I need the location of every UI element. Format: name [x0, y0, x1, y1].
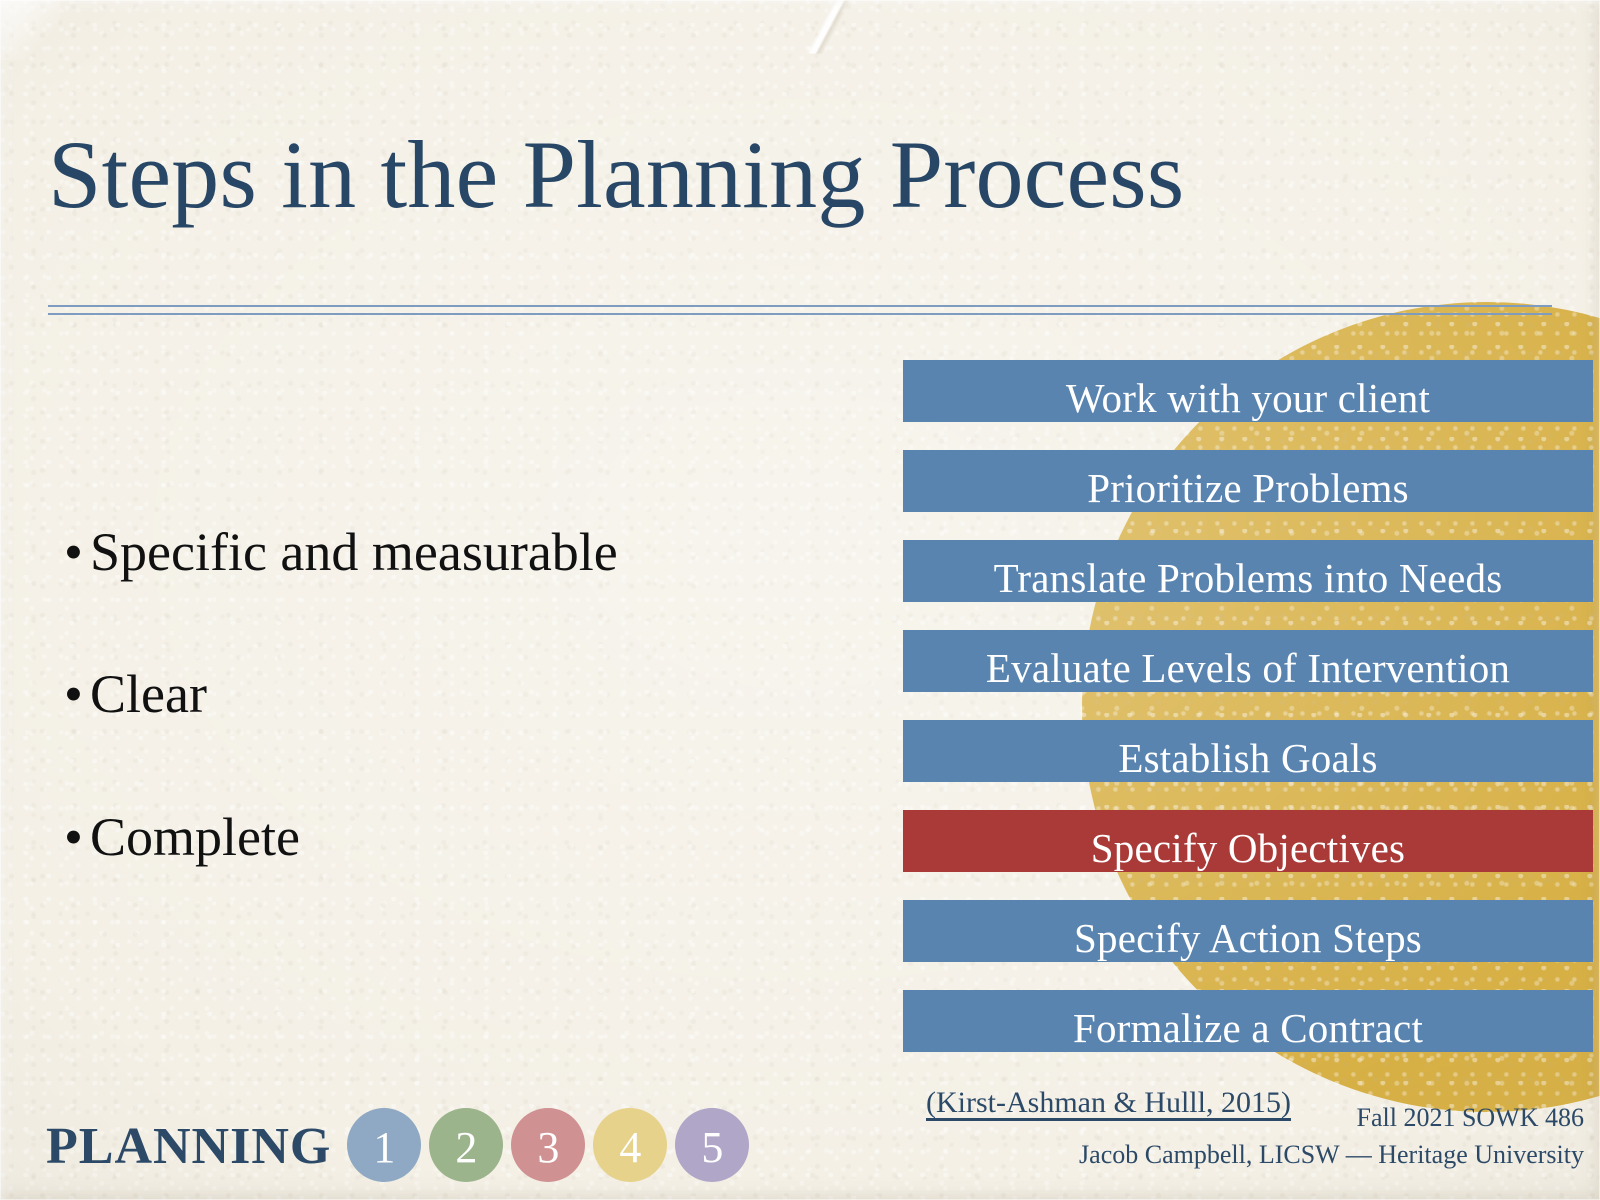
divider-line-bottom: [48, 313, 1552, 315]
step-bar-work-with-your-client: Work with your client: [903, 360, 1593, 422]
list-item: • Clear: [64, 664, 844, 724]
bullet-list: • Specific and measurable • Clear • Comp…: [64, 522, 844, 867]
planning-circle-5[interactable]: 5: [675, 1108, 750, 1182]
planning-circle-number: 4: [619, 1123, 642, 1172]
paper-crease-icon: [805, 0, 849, 55]
step-label: Prioritize Problems: [1087, 464, 1409, 511]
step-label: Specify Objectives: [1090, 824, 1406, 871]
planning-progress-nav: PLANNING 1 2 3 4 5: [46, 1108, 750, 1182]
course-term: Fall 2021 SOWK 486: [1356, 1103, 1585, 1132]
step-label: Formalize a Contract: [1072, 1004, 1424, 1051]
bullet-dot-icon: •: [64, 664, 83, 725]
planning-circle-1[interactable]: 1: [347, 1108, 422, 1182]
planning-circle-4[interactable]: 4: [593, 1108, 668, 1182]
step-label: Translate Problems into Needs: [993, 554, 1503, 601]
step-bar-prioritize-problems: Prioritize Problems: [903, 450, 1593, 512]
planning-circle-2[interactable]: 2: [429, 1108, 504, 1182]
course-info: Fall 2021 SOWK 486 Jacob Campbell, LICSW…: [964, 1100, 1584, 1174]
planning-circle-number: 5: [701, 1123, 724, 1172]
step-bar-specify-action-steps: Specify Action Steps: [903, 900, 1593, 962]
bullet-dot-icon: •: [64, 522, 83, 582]
bullet-label: Specific and measurable: [90, 522, 618, 582]
title-divider: [48, 305, 1552, 317]
slide-canvas: Steps in the Planning Process • Specific…: [0, 0, 1600, 1200]
step-bar-specify-objectives: Specify Objectives: [903, 810, 1593, 872]
bullet-label: Complete: [90, 806, 300, 867]
step-bar-establish-goals: Establish Goals: [903, 720, 1593, 782]
divider-line-top: [48, 305, 1552, 307]
step-label: Work with your client: [1065, 374, 1431, 421]
planning-circle-3[interactable]: 3: [511, 1108, 586, 1182]
step-bar-evaluate-levels-of-intervention: Evaluate Levels of Intervention: [903, 630, 1593, 692]
instructor-name: Jacob Campbell, LICSW — Heritage Univers…: [1079, 1139, 1584, 1169]
bullet-dot-icon: •: [64, 806, 83, 867]
page-title: Steps in the Planning Process: [48, 121, 1185, 228]
list-item: • Specific and measurable: [64, 522, 844, 582]
step-bar-translate-problems-into-needs: Translate Problems into Needs: [903, 540, 1593, 602]
planning-circle-number: 2: [455, 1123, 478, 1172]
paper-corner-fold-icon: [0, 0, 60, 60]
step-label: Specify Action Steps: [1074, 914, 1422, 961]
planning-label: PLANNING: [46, 1118, 332, 1175]
step-label: Evaluate Levels of Intervention: [985, 644, 1511, 691]
step-label: Establish Goals: [1118, 734, 1378, 781]
bullet-label: Clear: [90, 664, 207, 725]
list-item: • Complete: [64, 807, 844, 867]
step-bar-formalize-a-contract: Formalize a Contract: [903, 990, 1593, 1052]
planning-steps-list: Work with your client Prioritize Problem…: [903, 360, 1593, 1052]
planning-circle-number: 3: [537, 1123, 560, 1172]
planning-circle-number: 1: [373, 1123, 396, 1172]
